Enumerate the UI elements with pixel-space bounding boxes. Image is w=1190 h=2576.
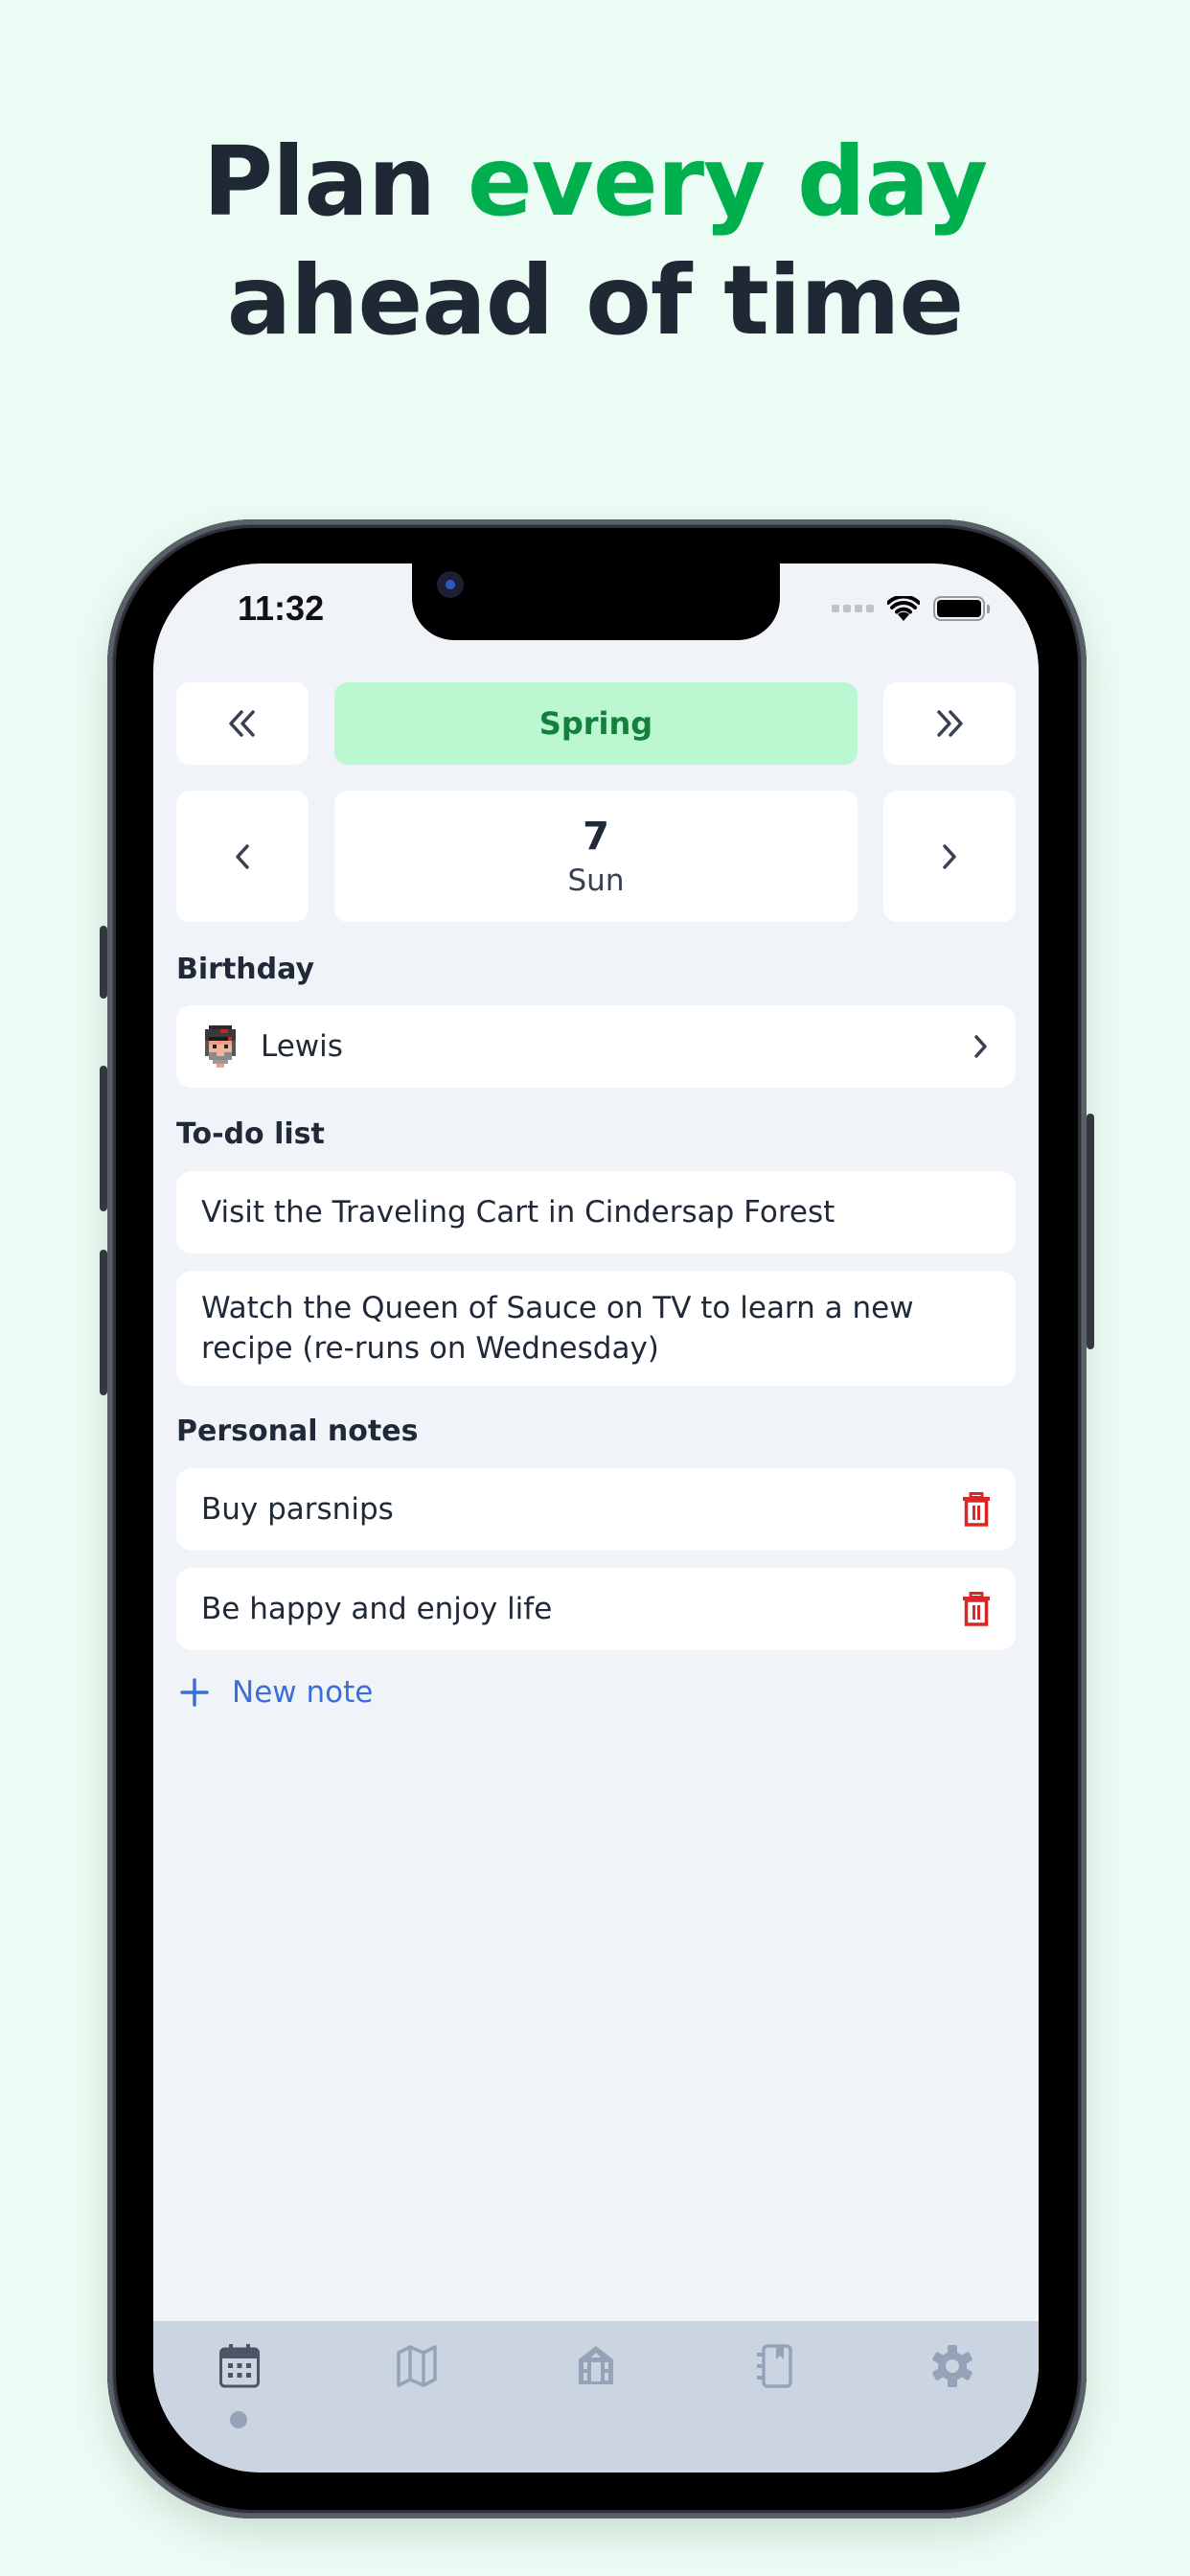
villager-avatar <box>205 1025 236 1068</box>
camera-icon <box>437 571 464 598</box>
double-chevron-left-icon <box>229 710 255 737</box>
next-day-button[interactable] <box>883 791 1016 922</box>
headline-accent: every day <box>467 126 988 238</box>
mute-switch <box>100 926 107 999</box>
season-label[interactable]: Spring <box>334 682 858 765</box>
volume-down-button <box>100 1250 107 1395</box>
day-number: 7 <box>583 814 609 859</box>
map-icon <box>397 2345 437 2387</box>
signal-icon <box>832 605 874 612</box>
tab-calendar[interactable] <box>211 2344 268 2402</box>
headline-line-2: ahead of time <box>226 244 965 356</box>
chevron-right-icon <box>974 1035 987 1058</box>
trash-icon[interactable] <box>962 1592 991 1626</box>
prev-day-button[interactable] <box>176 791 309 922</box>
todo-item-text: Watch the Queen of Sauce on TV to learn … <box>201 1291 914 1366</box>
tab-settings[interactable] <box>924 2344 981 2402</box>
calendar-icon <box>219 2344 260 2388</box>
building-icon <box>579 2346 613 2384</box>
todo-heading: To-do list <box>176 1117 325 1151</box>
note-item[interactable]: Be happy and enjoy life <box>176 1568 1016 1650</box>
app-screen: 11:32 Spring 7 Sun Birthday Lewis To-do … <box>153 564 1039 2472</box>
power-button <box>1087 1114 1094 1349</box>
birthday-card[interactable]: Lewis <box>176 1005 1016 1088</box>
headline-line-1: Plan every day <box>202 126 988 238</box>
status-icons <box>832 596 990 621</box>
tab-buildings[interactable] <box>567 2344 625 2402</box>
new-note-label: New note <box>232 1675 374 1710</box>
hero-headline: Plan every day ahead of time <box>0 123 1190 360</box>
note-item-text: Buy parsnips <box>201 1492 394 1527</box>
chevron-left-icon <box>236 843 249 869</box>
wifi-icon <box>887 596 920 621</box>
next-season-button[interactable] <box>883 682 1016 765</box>
birthday-heading: Birthday <box>176 953 314 986</box>
day-name: Sun <box>567 862 625 898</box>
birthday-person: Lewis <box>261 1029 343 1064</box>
trash-icon[interactable] <box>962 1492 991 1527</box>
volume-up-button <box>100 1066 107 1211</box>
season-navigator: Spring <box>176 682 1016 765</box>
battery-icon <box>933 596 990 621</box>
double-chevron-right-icon <box>937 710 963 737</box>
todo-item[interactable]: Visit the Traveling Cart in Cindersap Fo… <box>176 1171 1016 1254</box>
plus-icon <box>180 1678 209 1707</box>
notch <box>412 564 780 640</box>
todo-item-text: Visit the Traveling Cart in Cindersap Fo… <box>201 1195 835 1230</box>
chevron-right-icon <box>943 843 956 869</box>
notes-heading: Personal notes <box>176 1414 419 1448</box>
tab-map[interactable] <box>388 2344 446 2402</box>
new-note-button[interactable]: New note <box>180 1675 373 1710</box>
note-item-text: Be happy and enjoy life <box>201 1592 553 1626</box>
current-day[interactable]: 7 Sun <box>334 791 858 922</box>
notebook-icon <box>757 2344 792 2388</box>
gear-icon <box>932 2345 973 2387</box>
day-navigator: 7 Sun <box>176 791 1016 922</box>
tab-bar <box>153 2321 1039 2472</box>
active-tab-indicator <box>230 2411 247 2428</box>
tab-notebook[interactable] <box>745 2344 803 2402</box>
prev-season-button[interactable] <box>176 682 309 765</box>
note-item[interactable]: Buy parsnips <box>176 1468 1016 1551</box>
todo-item[interactable]: Watch the Queen of Sauce on TV to learn … <box>176 1271 1016 1386</box>
phone-frame: 11:32 Spring 7 Sun Birthday Lewis To-do … <box>100 519 1094 2518</box>
status-time: 11:32 <box>238 588 325 628</box>
